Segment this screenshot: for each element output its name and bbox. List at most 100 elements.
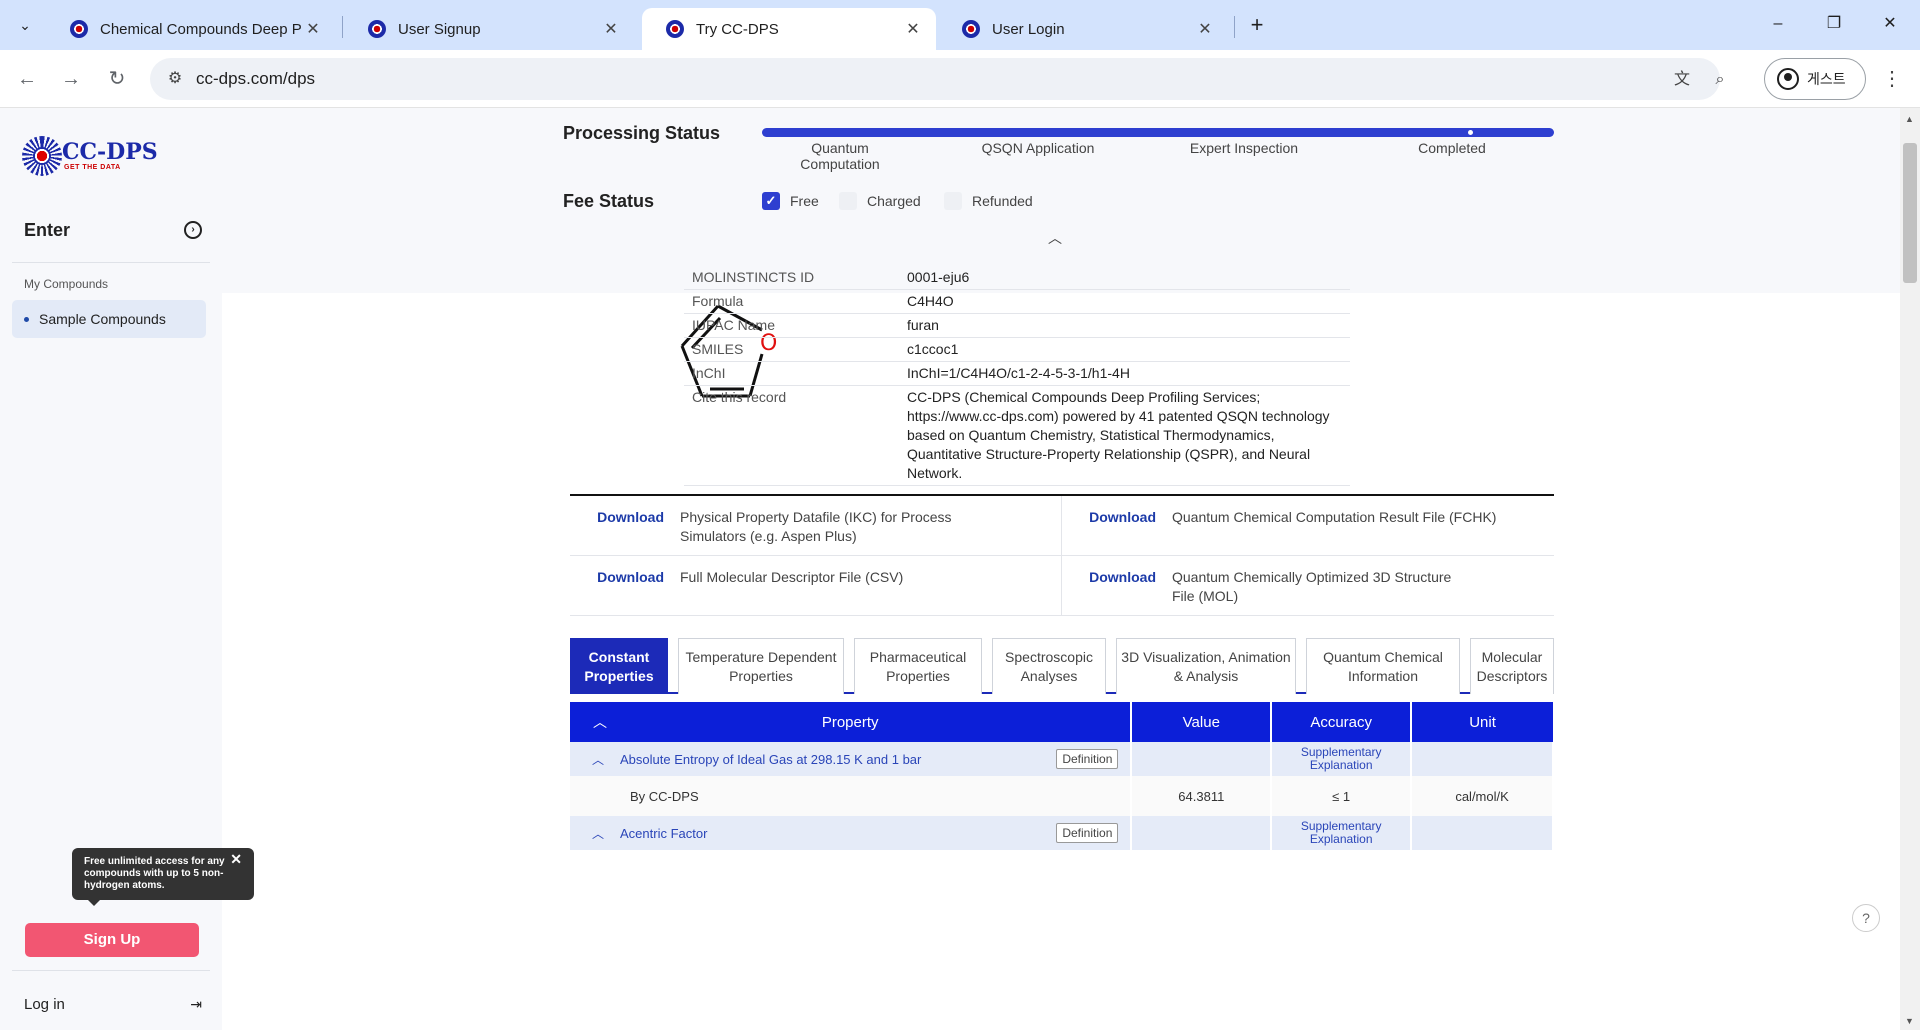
chevron-up-icon[interactable]: ︿ (1048, 228, 1062, 248)
tab-title: Chemical Compounds Deep Pr (100, 20, 302, 38)
back-arrow-icon[interactable]: ← (12, 64, 42, 94)
fee-option-refunded[interactable]: Refunded (944, 192, 1033, 210)
enter-compound-row[interactable]: Enter › (24, 216, 202, 244)
site-favicon-icon (962, 20, 980, 38)
tab-close-icon[interactable]: ✕ (600, 19, 622, 39)
property-unit: cal/mol/K (1411, 776, 1554, 816)
tab-title: Try CC-DPS (696, 20, 779, 38)
info-value: C4H4O (899, 289, 1350, 314)
sidebar-item-label: Sample Compounds (39, 311, 166, 327)
window-close-icon[interactable]: ✕ (1870, 10, 1910, 38)
info-value: InChI=1/C4H4O/c1-2-4-5-3-1/h1-4H (899, 361, 1350, 386)
new-tab-plus-icon[interactable]: + (1243, 12, 1271, 40)
download-mol-link[interactable]: Download (1062, 568, 1172, 615)
download-grid: Download Physical Property Datafile (IKC… (570, 494, 1554, 616)
profile-button[interactable]: 게스트 (1764, 58, 1866, 100)
tab-close-icon[interactable]: ✕ (1194, 19, 1216, 39)
property-name[interactable]: Acentric Factor (620, 826, 1056, 841)
property-group-row[interactable]: ︿ Acentric Factor Definition Supplementa… (570, 816, 1554, 850)
url-text[interactable]: cc-dps.com/dps (196, 69, 315, 89)
fee-status-title: Fee Status (563, 191, 655, 211)
tab-constant-properties[interactable]: Constant Properties (570, 638, 668, 694)
collapse-all-chevron-icon[interactable]: ︿ (570, 712, 630, 732)
enter-label: Enter (24, 219, 71, 240)
tab-close-icon[interactable]: ✕ (902, 19, 924, 39)
log-in-label: Log in (24, 995, 65, 1013)
checkbox-icon[interactable] (839, 192, 857, 210)
checkbox-checked-icon[interactable]: ✓ (762, 192, 780, 210)
sidebar: CC-DPS GET THE DATA Enter › My Compounds… (0, 108, 254, 1030)
tab-title: User Login (992, 20, 1065, 38)
logo-wordmark: CC-DPS (62, 139, 158, 165)
browser-tab-user-login[interactable]: User Login ✕ (938, 8, 1228, 50)
browser-tab-user-signup[interactable]: User Signup ✕ (344, 8, 634, 50)
processing-status-title: Processing Status (563, 123, 721, 143)
scroll-down-arrow-icon[interactable]: ▼ (1905, 1016, 1914, 1026)
sign-up-button[interactable]: Sign Up (25, 923, 199, 957)
download-ikc-link[interactable]: Download (570, 508, 680, 555)
tab-spectroscopic-analyses[interactable]: Spectroscopic Analyses (992, 638, 1106, 694)
supplementary-explanation-link[interactable]: Supplementary Explanation (1272, 820, 1410, 846)
property-name[interactable]: Absolute Entropy of Ideal Gas at 298.15 … (620, 752, 1056, 767)
zoom-icon[interactable]: ⌕ (1708, 68, 1732, 92)
download-item: Download Physical Property Datafile (IKC… (570, 496, 1062, 555)
supplementary-explanation-link[interactable]: Supplementary Explanation (1272, 746, 1410, 772)
info-key: Formula (684, 289, 899, 314)
fee-option-charged[interactable]: Charged (839, 192, 921, 210)
restore-icon[interactable]: ❐ (1814, 10, 1854, 38)
chevron-up-icon[interactable]: ︿ (592, 825, 608, 842)
login-icon[interactable]: ⇥ (190, 996, 202, 1013)
value-header: Value (1131, 702, 1273, 742)
browser-tab-strip: ⌄ Chemical Compounds Deep Pr ✕ User Sign… (0, 0, 1920, 50)
tab-quantum-chemical-information[interactable]: Quantum Chemical Information (1306, 638, 1460, 694)
tab-3d-visualization[interactable]: 3D Visualization, Animation & Analysis (1116, 638, 1296, 694)
download-description: Full Molecular Descriptor File (CSV) (680, 569, 904, 585)
property-tab-bar: Constant Properties Temperature Dependen… (570, 638, 1554, 694)
reload-icon[interactable]: ↻ (102, 64, 132, 94)
arrow-circle-right-icon[interactable]: › (184, 221, 202, 239)
step-completed: Completed (1418, 140, 1486, 156)
help-button[interactable]: ? (1852, 904, 1880, 932)
scroll-up-arrow-icon[interactable]: ▲ (1905, 114, 1914, 124)
minimize-icon[interactable]: – (1758, 10, 1798, 38)
tab-temperature-dependent-properties[interactable]: Temperature Dependent Properties (678, 638, 844, 694)
value-source: By CC-DPS (570, 776, 1133, 816)
tab-close-icon[interactable]: ✕ (302, 19, 324, 39)
tab-search-button[interactable]: ⌄ (8, 10, 42, 40)
info-key: InChI (684, 361, 899, 386)
property-group-row[interactable]: ︿ Absolute Entropy of Ideal Gas at 298.1… (570, 742, 1554, 776)
browser-menu-icon[interactable]: ⋮ (1880, 64, 1904, 94)
logo-tagline: GET THE DATA (64, 164, 121, 171)
ccdps-logo[interactable]: CC-DPS GET THE DATA (22, 136, 162, 180)
log-in-row[interactable]: Log in ⇥ (24, 992, 202, 1016)
tab-pharmaceutical-properties[interactable]: Pharmaceutical Properties (854, 638, 982, 694)
checkbox-icon[interactable] (944, 192, 962, 210)
info-row: Formula C4H4O (684, 289, 1350, 314)
definition-button[interactable]: Definition (1056, 823, 1119, 843)
tab-separator (342, 16, 343, 38)
download-fchk-link[interactable]: Download (1062, 508, 1172, 555)
info-row: SMILES c1ccoc1 (684, 337, 1350, 362)
info-key: MOLINSTINCTS ID (684, 266, 899, 290)
fee-option-free[interactable]: ✓ Free (762, 192, 819, 210)
unit-header: Unit (1411, 702, 1553, 742)
chevron-up-icon[interactable]: ︿ (592, 751, 608, 768)
browser-tab-chemical-compounds[interactable]: Chemical Compounds Deep Pr ✕ (46, 8, 336, 50)
fee-option-label: Refunded (972, 193, 1033, 209)
download-csv-link[interactable]: Download (570, 568, 680, 615)
tab-separator (1234, 16, 1235, 38)
property-table: ︿ Property Value Accuracy Unit ︿ Absolut… (570, 702, 1554, 850)
browser-toolbar: ← → ↻ ⚙ cc-dps.com/dps 文 ⌕ 게스트 ⋮ (0, 50, 1920, 108)
translate-icon[interactable]: 文 (1670, 68, 1694, 92)
page-scrollbar[interactable]: ▲ ▼ (1900, 108, 1920, 1030)
definition-button[interactable]: Definition (1056, 749, 1119, 769)
address-bar[interactable]: ⚙ cc-dps.com/dps 文 ⌕ (150, 58, 1724, 100)
scrollbar-thumb[interactable] (1903, 143, 1917, 283)
info-row: IUPAC Name furan (684, 313, 1350, 338)
site-info-icon[interactable]: ⚙ (164, 68, 186, 90)
tab-molecular-descriptors[interactable]: Molecular Descriptors (1470, 638, 1554, 694)
browser-tab-try-ccdps[interactable]: Try CC-DPS ✕ (642, 8, 936, 50)
download-description: Physical Property Datafile (IKC) for Pro… (680, 509, 952, 544)
forward-arrow-icon[interactable]: → (56, 64, 86, 94)
sidebar-item-sample-compounds[interactable]: Sample Compounds (12, 300, 206, 338)
